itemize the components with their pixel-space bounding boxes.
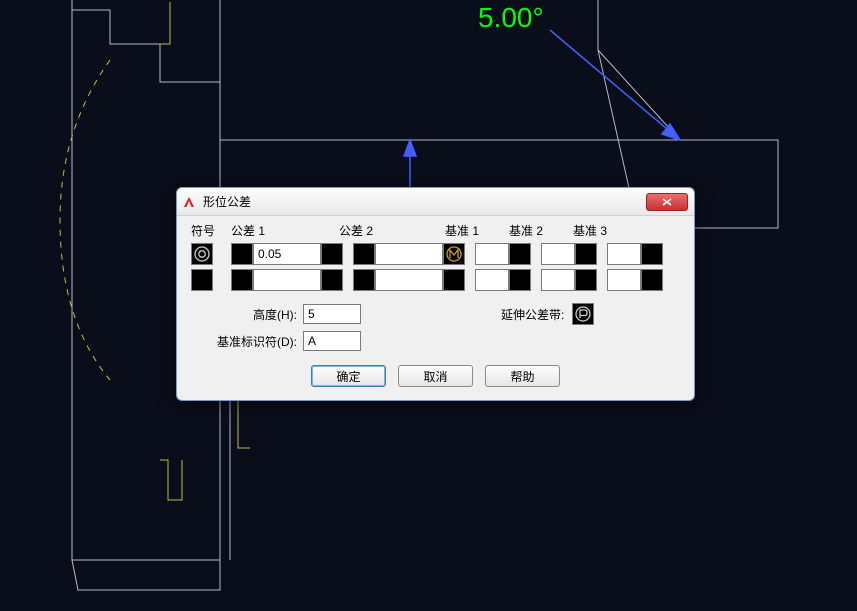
datum3-mc-swatch[interactable] [641,243,663,265]
header-symbol: 符号 [191,222,231,239]
tol1-dia-swatch[interactable] [231,243,253,265]
datum1-input[interactable] [475,243,509,265]
datum3-mc-swatch[interactable] [641,269,663,291]
ok-button[interactable]: 确定 [311,365,386,387]
tolerance-row [191,243,680,265]
header-tol1: 公差 1 [231,222,339,239]
dimension-text: 5.00° [478,2,544,34]
datum2-input[interactable] [541,243,575,265]
datum-id-input[interactable] [303,331,361,351]
tol2-mc-swatch[interactable] [443,269,465,291]
header-datum2: 基准 2 [509,222,573,239]
cancel-button[interactable]: 取消 [398,365,473,387]
datum3-input[interactable] [607,243,641,265]
header-datum3: 基准 3 [573,222,637,239]
tol2-value-input[interactable] [375,243,443,265]
tol1-mc-swatch[interactable] [321,243,343,265]
dialog-titlebar[interactable]: 形位公差 [177,188,694,216]
mmc-icon [445,245,463,263]
datum3-input[interactable] [607,269,641,291]
tol2-mc-swatch[interactable] [443,243,465,265]
symbol-swatch[interactable] [191,243,213,265]
autocad-icon [181,194,197,210]
projected-zone-label: 延伸公差带: [501,306,564,323]
help-button[interactable]: 帮助 [485,365,560,387]
height-label: 高度(H): [191,306,303,323]
projected-zone-swatch[interactable] [572,303,594,325]
tol1-dia-swatch[interactable] [231,269,253,291]
close-button[interactable] [646,193,688,211]
tolerance-row [191,269,680,291]
datum2-mc-swatch[interactable] [575,269,597,291]
projected-zone-icon [574,305,592,323]
datum1-mc-swatch[interactable] [509,243,531,265]
datum-id-label: 基准标识符(D): [191,333,303,350]
header-tol2: 公差 2 [339,222,445,239]
concentricity-icon [193,245,211,263]
height-input[interactable] [303,304,361,324]
datum2-input[interactable] [541,269,575,291]
tol2-dia-swatch[interactable] [353,269,375,291]
tol1-mc-swatch[interactable] [321,269,343,291]
datum1-mc-swatch[interactable] [509,269,531,291]
header-datum1: 基准 1 [445,222,509,239]
datum1-input[interactable] [475,269,509,291]
geometric-tolerance-dialog: 形位公差 符号 公差 1 公差 2 基准 1 基准 2 基准 3 [176,187,695,401]
datum2-mc-swatch[interactable] [575,243,597,265]
tol2-value-input[interactable] [375,269,443,291]
symbol-swatch[interactable] [191,269,213,291]
tol1-value-input[interactable] [253,269,321,291]
tol1-value-input[interactable] [253,243,321,265]
tol2-dia-swatch[interactable] [353,243,375,265]
dialog-title: 形位公差 [203,193,251,210]
